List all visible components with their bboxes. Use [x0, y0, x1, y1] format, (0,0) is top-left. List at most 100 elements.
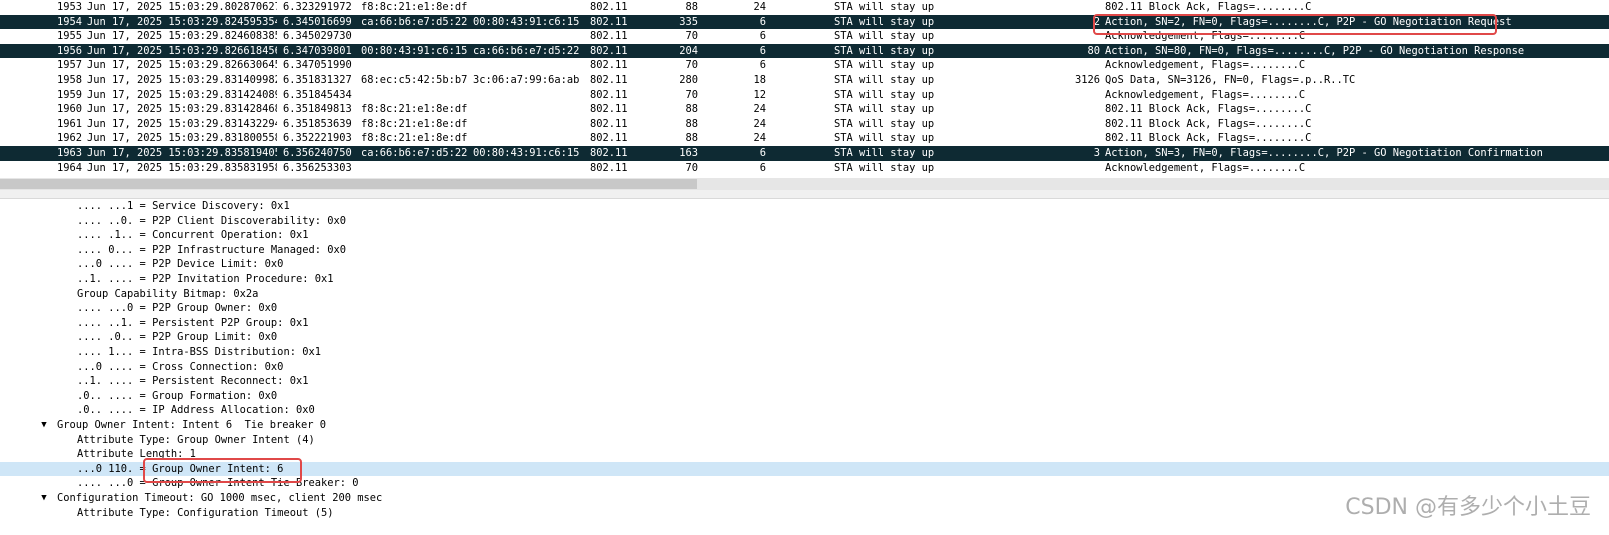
- packet-number: 1957: [57, 59, 83, 72]
- detail-row[interactable]: ..1. .... = Persistent Reconnect: 0x1: [0, 374, 1609, 389]
- packet-protocol: 802.11: [590, 59, 628, 72]
- detail-row[interactable]: ...0 .... = P2P Device Limit: 0x0: [0, 257, 1609, 272]
- detail-row[interactable]: .... ..1. = Persistent P2P Group: 0x1: [0, 316, 1609, 331]
- packet-source: f8:8c:21:e1:8e:df: [361, 132, 468, 145]
- packet-number: 1963: [57, 147, 83, 159]
- detail-text: .... ..1. = Persistent P2P Group: 0x1: [77, 316, 309, 329]
- packet-time: Jun 17, 2025 15:03:29.831424089…: [87, 88, 277, 101]
- packet-destination: 00:80:43:91:c6:15: [473, 147, 580, 159]
- packet-relative-time: 6.351849813: [283, 103, 352, 116]
- packet-extra: 6: [759, 44, 766, 57]
- packet-protocol: 802.11: [590, 1, 628, 13]
- packet-status: STA will stay up: [834, 103, 935, 116]
- detail-row[interactable]: Group Capability Bitmap: 0x2a: [0, 287, 1609, 302]
- packet-relative-time: 6.356240750: [283, 147, 352, 159]
- packet-relative-time: 6.347051990: [283, 59, 352, 72]
- packet-row[interactable]: 1958 Jun 17, 2025 15:03:29.831409982… 6.35…: [0, 73, 1609, 88]
- detail-row[interactable]: .... .1.. = Concurrent Operation: 0x1: [0, 228, 1609, 243]
- packet-protocol: 802.11: [590, 74, 628, 86]
- packet-number: 1959: [57, 88, 83, 101]
- packet-row[interactable]: 1957 Jun 17, 2025 15:03:29.826630645… 6.34…: [0, 58, 1609, 73]
- packet-row[interactable]: 1964 Jun 17, 2025 15:03:29.835831958… 6.35…: [0, 161, 1609, 176]
- detail-row[interactable]: .... 1... = Intra-BSS Distribution: 0x1: [0, 345, 1609, 360]
- packet-time: Jun 17, 2025 15:03:29.831409982…: [87, 74, 277, 86]
- pane-splitter[interactable]: [0, 190, 1609, 199]
- packet-status: STA will stay up: [834, 44, 935, 57]
- packet-row[interactable]: 1962 Jun 17, 2025 15:03:29.831800558… 6.35…: [0, 131, 1609, 146]
- packet-protocol: 802.11: [590, 30, 628, 43]
- detail-row[interactable]: ▼ Group Owner Intent: Intent 6 Tie breake…: [0, 418, 1609, 433]
- packet-status: STA will stay up: [834, 59, 935, 72]
- packet-source: f8:8c:21:e1:8e:df: [361, 117, 468, 130]
- packet-time: Jun 17, 2025 15:03:29.831432294…: [87, 117, 277, 130]
- detail-text: .... .0.. = P2P Group Limit: 0x0: [77, 331, 278, 344]
- detail-text: .0.. .... = IP Address Allocation: 0x0: [77, 404, 315, 417]
- packet-relative-time: 6.352221903: [283, 132, 352, 145]
- expand-arrow-icon[interactable]: ▼: [38, 418, 50, 433]
- detail-text: Group Capability Bitmap: 0x2a: [77, 287, 259, 300]
- packet-source: ca:66:b6:e7:d5:22: [361, 147, 468, 159]
- packet-time: Jun 17, 2025 15:03:29.835831958…: [87, 161, 277, 174]
- packet-extra: 6: [759, 161, 766, 174]
- packet-extra: 6: [759, 30, 766, 43]
- detail-text: .... ...0 = P2P Group Owner: 0x0: [77, 302, 278, 315]
- packet-extra: 24: [753, 1, 766, 13]
- packet-row[interactable]: 1956 Jun 17, 2025 15:03:29.826618456… 6.34…: [0, 43, 1609, 59]
- packet-source: 00:80:43:91:c6:15: [361, 44, 468, 57]
- packet-time: Jun 17, 2025 15:03:29.831800558…: [87, 132, 277, 145]
- detail-row[interactable]: .... ...1 = Service Discovery: 0x1: [0, 199, 1609, 214]
- detail-text: .... .1.. = Concurrent Operation: 0x1: [77, 229, 309, 242]
- detail-text: Attribute Type: Group Owner Intent (4): [77, 433, 315, 446]
- expand-arrow-icon[interactable]: ▼: [38, 491, 50, 506]
- packet-row[interactable]: 1953 Jun 17, 2025 15:03:29.802870627… 6.32…: [0, 0, 1609, 15]
- packet-relative-time: 6.356253303: [283, 161, 352, 174]
- packet-sequence: 80: [1087, 44, 1100, 57]
- packet-row[interactable]: 1961 Jun 17, 2025 15:03:29.831432294… 6.35…: [0, 117, 1609, 132]
- packet-time: Jun 17, 2025 15:03:29.835819405…: [87, 147, 277, 159]
- scrollbar-thumb[interactable]: [0, 179, 697, 189]
- detail-text: .... 1... = Intra-BSS Distribution: 0x1: [77, 346, 321, 358]
- packet-status: STA will stay up: [834, 30, 935, 43]
- detail-row[interactable]: ..1. .... = P2P Invitation Procedure: 0x…: [0, 272, 1609, 287]
- packet-length: 88: [685, 117, 698, 130]
- detail-row[interactable]: ...0 .... = Cross Connection: 0x0: [0, 360, 1609, 375]
- detail-row[interactable]: Attribute Type: Group Owner Intent (4): [0, 433, 1609, 448]
- packet-extra: 24: [753, 132, 766, 145]
- packet-status: STA will stay up: [834, 88, 935, 101]
- packet-details-tree[interactable]: .... ...1 = Service Discovery: 0x1 .... .…: [0, 199, 1609, 535]
- detail-row[interactable]: .... ...0 = P2P Group Owner: 0x0: [0, 301, 1609, 316]
- detail-row[interactable]: .... ..0. = P2P Client Discoverability: …: [0, 214, 1609, 229]
- packet-status: STA will stay up: [834, 74, 935, 86]
- packet-length: 70: [685, 59, 698, 72]
- packet-destination: ca:66:b6:e7:d5:22: [473, 44, 580, 57]
- horizontal-scrollbar[interactable]: [0, 178, 1609, 190]
- detail-text: .0.. .... = Group Formation: 0x0: [77, 389, 278, 402]
- packet-number: 1958: [57, 74, 83, 86]
- packet-length: 70: [685, 30, 698, 43]
- detail-row[interactable]: .0.. .... = IP Address Allocation: 0x0: [0, 403, 1609, 418]
- packet-length: 335: [679, 15, 698, 28]
- packet-length: 204: [679, 44, 698, 57]
- detail-text: ..1. .... = Persistent Reconnect: 0x1: [77, 375, 309, 388]
- packet-length: 88: [685, 1, 698, 13]
- packet-source: f8:8c:21:e1:8e:df: [361, 103, 468, 116]
- packet-extra: 24: [753, 103, 766, 116]
- detail-row[interactable]: .... 0... = P2P Infrastructure Managed: …: [0, 243, 1609, 258]
- packet-time: Jun 17, 2025 15:03:29.802870627…: [87, 1, 277, 13]
- detail-row[interactable]: .0.. .... = Group Formation: 0x0: [0, 389, 1609, 404]
- packet-row[interactable]: 1960 Jun 17, 2025 15:03:29.831428468… 6.35…: [0, 102, 1609, 117]
- packet-sequence: 3: [1093, 147, 1100, 159]
- detail-row[interactable]: .... .0.. = P2P Group Limit: 0x0: [0, 330, 1609, 345]
- packet-number: 1955: [57, 30, 83, 43]
- packet-protocol: 802.11: [590, 88, 628, 101]
- packet-relative-time: 6.347039801: [283, 44, 352, 57]
- detail-text: Group Owner Intent: Intent 6 Tie breaker…: [57, 419, 326, 431]
- packet-length: 70: [685, 161, 698, 174]
- packet-row[interactable]: 1959 Jun 17, 2025 15:03:29.831424089… 6.35…: [0, 88, 1609, 103]
- packet-status: STA will stay up: [834, 117, 935, 130]
- packet-row[interactable]: 1963 Jun 17, 2025 15:03:29.835819405… 6.35…: [0, 146, 1609, 161]
- detail-text: Configuration Timeout: GO 1000 msec, cli…: [57, 492, 383, 504]
- packet-number: 1962: [57, 132, 83, 145]
- packet-relative-time: 6.351831327: [283, 74, 352, 86]
- packet-relative-time: 6.351853639: [283, 117, 352, 130]
